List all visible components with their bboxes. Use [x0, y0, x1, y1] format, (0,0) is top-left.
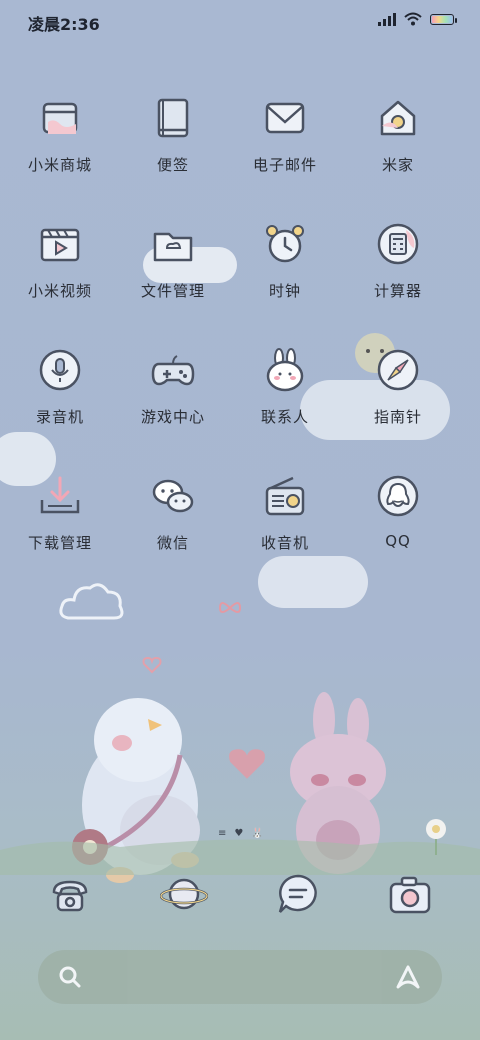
page-indicator: ≡ ♥ 🐰 [218, 828, 264, 839]
app-gamepad[interactable]: 游戏中心 [113, 348, 233, 466]
app-mail[interactable]: 电子邮件 [225, 96, 345, 214]
app-label: 米家 [381, 156, 414, 174]
app-label: 文件管理 [140, 282, 205, 300]
app-label: 下载管理 [27, 534, 92, 552]
search-icon [59, 966, 81, 988]
download-icon [40, 476, 80, 514]
app-qq-penguin[interactable]: QQ [338, 474, 458, 592]
butterfly-decoration [218, 602, 242, 613]
app-label: 收音机 [260, 534, 309, 552]
battery-icon [430, 13, 457, 25]
calculator-icon [377, 223, 419, 265]
app-notes[interactable]: 便签 [113, 96, 233, 214]
bunny-illustration [290, 692, 386, 874]
heart-decoration [229, 749, 265, 779]
search-bar[interactable] [38, 950, 442, 1004]
dock-camera-icon[interactable] [386, 870, 434, 918]
app-compass[interactable]: 指南针 [338, 348, 458, 466]
app-radio[interactable]: 收音机 [225, 474, 345, 592]
status-time: 凌晨2:36 [28, 15, 100, 34]
wechat-icon [152, 479, 194, 513]
video-icon [40, 228, 80, 262]
app-video[interactable]: 小米视频 [0, 222, 120, 340]
app-label: 时钟 [268, 282, 301, 300]
app-label: 便签 [156, 156, 189, 174]
page-indicator-menu: ≡ [218, 828, 227, 839]
gamepad-icon [151, 355, 195, 386]
dock-planet-browser-icon[interactable] [159, 870, 209, 918]
app-label: 指南针 [373, 408, 422, 426]
mail-icon [265, 102, 305, 134]
app-wechat[interactable]: 微信 [113, 474, 233, 592]
app-label: 小米商城 [27, 156, 92, 174]
app-calculator[interactable]: 计算器 [338, 222, 458, 340]
app-label: 游戏中心 [140, 408, 205, 426]
bunny-contacts-icon [266, 348, 304, 392]
app-label: 电子邮件 [252, 156, 317, 174]
status-bar: 凌晨2:36 [0, 0, 480, 42]
heart-decoration [142, 656, 162, 674]
alarm-clock-icon [266, 225, 304, 263]
app-label: QQ [385, 532, 411, 550]
duck-illustration [72, 698, 200, 883]
app-alarm-clock[interactable]: 时钟 [225, 222, 345, 340]
dock-message-icon[interactable] [274, 870, 322, 918]
compass-icon [377, 349, 419, 391]
app-label: 联系人 [260, 408, 309, 426]
dock-phone-icon[interactable] [46, 870, 94, 918]
cellular-signal-icon [378, 12, 396, 26]
store-icon [42, 102, 78, 134]
app-label: 小米视频 [27, 282, 92, 300]
home-icon [380, 100, 416, 136]
app-microphone[interactable]: 录音机 [0, 348, 120, 466]
app-download[interactable]: 下载管理 [0, 474, 120, 592]
app-label: 计算器 [373, 282, 422, 300]
app-label: 录音机 [35, 408, 84, 426]
microphone-icon [39, 349, 81, 391]
page-indicator-heart: ♥ [234, 828, 244, 839]
folder-icon [153, 232, 193, 262]
page-indicator-bunny: 🐰 [251, 828, 264, 839]
app-label: 微信 [156, 534, 189, 552]
radio-icon [265, 476, 305, 516]
app-store[interactable]: 小米商城 [0, 96, 120, 214]
assistant-icon[interactable] [394, 963, 422, 991]
flower-decoration [426, 819, 446, 855]
app-folder[interactable]: 文件管理 [113, 222, 233, 340]
grass-decoration [0, 839, 480, 875]
wifi-icon [404, 12, 422, 26]
qq-penguin-icon [377, 475, 419, 517]
app-bunny-contacts[interactable]: 联系人 [225, 348, 345, 466]
app-home[interactable]: 米家 [338, 96, 458, 214]
notes-icon [157, 98, 189, 138]
